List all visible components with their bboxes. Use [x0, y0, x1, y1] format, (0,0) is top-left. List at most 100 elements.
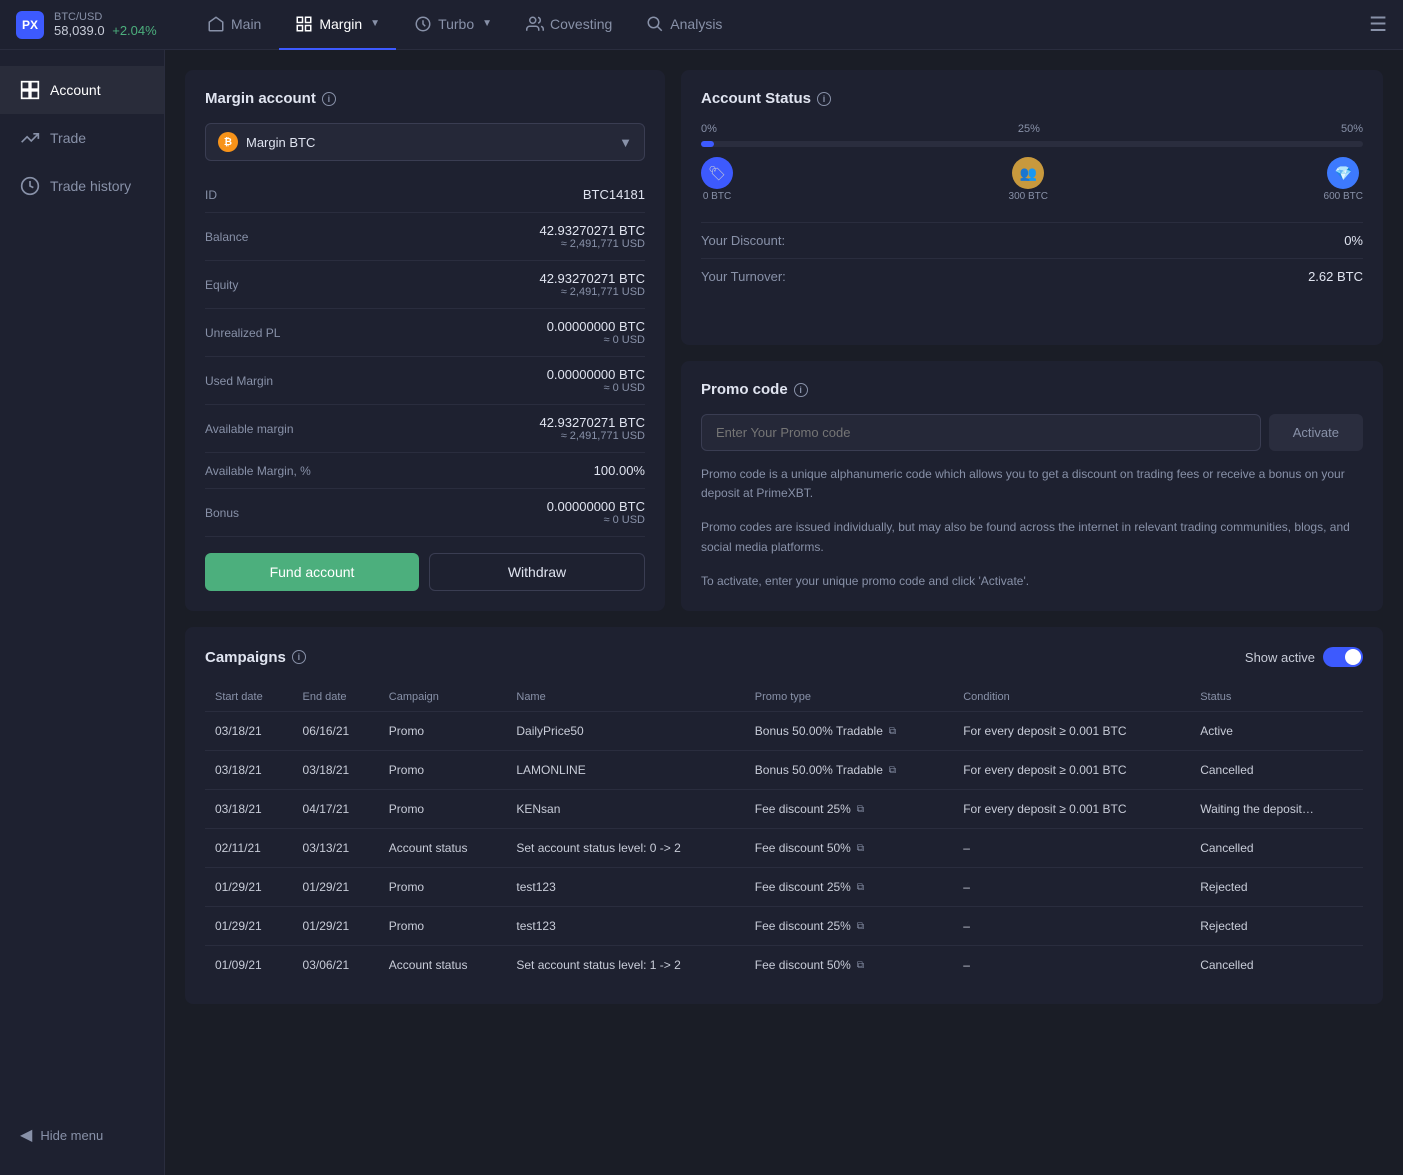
campaigns-card: Campaigns i Show active Start date End d…: [185, 627, 1383, 1004]
chevron-down-icon: ▼: [619, 135, 632, 150]
cell-start-date: 03/18/21: [205, 712, 293, 751]
cell-promo-type: Bonus 50.00% Tradable ⧉: [745, 712, 953, 751]
field-available-margin-pct: Available Margin, % 100.00%: [205, 453, 645, 489]
btc-pair: BTC/USD: [54, 11, 157, 23]
your-turnover-row: Your Turnover: 2.62 BTC: [701, 258, 1363, 294]
field-equity: Equity 42.93270271 BTC ≈ 2,491,771 USD: [205, 261, 645, 309]
sidebar: Account Trade Trade history ◀ Hide menu: [0, 50, 165, 1175]
cell-name: test123: [506, 907, 744, 946]
cell-campaign: Promo: [379, 868, 507, 907]
margin-btc-selector[interactable]: ₿ Margin BTC ▼: [205, 123, 645, 161]
promo-code-info-icon[interactable]: i: [794, 383, 808, 397]
progress-section: 0% 25% 50% 🏷 0 BTC: [701, 123, 1363, 202]
cell-status: Active: [1190, 712, 1363, 751]
margin-account-info-icon[interactable]: i: [322, 92, 336, 106]
nav-items: Main Margin ▼ Turbo ▼ Covesting Analysis: [181, 0, 1369, 50]
external-link-icon[interactable]: ⧉: [857, 804, 864, 815]
top-nav: PX BTC/USD 58,039.0 +2.04% Main Margin ▼…: [0, 0, 1403, 50]
col-status: Status: [1190, 683, 1363, 712]
show-active-toggle[interactable]: [1323, 647, 1363, 667]
cell-condition: For every deposit ≥ 0.001 BTC: [953, 751, 1190, 790]
table-row: 02/11/21 03/13/21 Account status Set acc…: [205, 829, 1363, 868]
nav-item-main[interactable]: Main: [191, 0, 277, 50]
field-unrealized-pl: Unrealized PL 0.00000000 BTC ≈ 0 USD: [205, 309, 645, 357]
field-balance: Balance 42.93270271 BTC ≈ 2,491,771 USD: [205, 213, 645, 261]
nav-item-covesting[interactable]: Covesting: [510, 0, 628, 50]
cell-end-date: 03/13/21: [293, 829, 379, 868]
sidebar-item-account[interactable]: Account: [0, 66, 164, 114]
toggle-dot: [1345, 649, 1361, 665]
table-row: 03/18/21 04/17/21 Promo KENsan Fee disco…: [205, 790, 1363, 829]
progress-icons: 🏷 0 BTC 👥 300 BTC 💎 600 BTC: [701, 157, 1363, 202]
margin-account-title: Margin account i: [205, 90, 645, 107]
external-link-icon[interactable]: ⧉: [889, 765, 896, 776]
btc-info: BTC/USD 58,039.0 +2.04%: [54, 11, 157, 38]
activate-button[interactable]: Activate: [1269, 414, 1363, 451]
account-status-card: Account Status i 0% 25% 50%: [681, 70, 1383, 345]
tier-2: 💎 600 BTC: [1324, 157, 1363, 202]
cell-name: DailyPrice50: [506, 712, 744, 751]
cell-end-date: 04/17/21: [293, 790, 379, 829]
campaigns-table: Start date End date Campaign Name Promo …: [205, 683, 1363, 984]
sidebar-item-trade[interactable]: Trade: [0, 114, 164, 162]
cell-end-date: 03/18/21: [293, 751, 379, 790]
promo-code-input[interactable]: [701, 414, 1261, 451]
show-active-row: Show active: [1245, 647, 1363, 667]
action-buttons: Fund account Withdraw: [205, 553, 645, 591]
table-row: 01/09/21 03/06/21 Account status Set acc…: [205, 946, 1363, 985]
cell-promo-type: Fee discount 50% ⧉: [745, 946, 953, 985]
cell-end-date: 06/16/21: [293, 712, 379, 751]
promo-description-1: Promo code is a unique alphanumeric code…: [701, 465, 1363, 503]
account-status-title: Account Status i: [701, 90, 1363, 107]
campaigns-header-row: Start date End date Campaign Name Promo …: [205, 683, 1363, 712]
btc-price: 58,039.0 +2.04%: [54, 23, 157, 38]
logo-icon: PX: [16, 11, 44, 39]
progress-bar-track: [701, 141, 1363, 147]
cell-status: Rejected: [1190, 907, 1363, 946]
cell-promo-type: Fee discount 25% ⧉: [745, 790, 953, 829]
top-row: Margin account i ₿ Margin BTC ▼ ID BTC14…: [185, 70, 1383, 611]
external-link-icon[interactable]: ⧉: [857, 882, 864, 893]
logo-area: PX BTC/USD 58,039.0 +2.04%: [16, 11, 181, 39]
campaigns-info-icon[interactable]: i: [292, 650, 306, 664]
cell-start-date: 01/09/21: [205, 946, 293, 985]
col-end-date: End date: [293, 683, 379, 712]
campaigns-thead: Start date End date Campaign Name Promo …: [205, 683, 1363, 712]
btc-coin-icon: ₿: [218, 132, 238, 152]
table-row: 03/18/21 06/16/21 Promo DailyPrice50 Bon…: [205, 712, 1363, 751]
promo-input-row: Activate: [701, 414, 1363, 451]
field-bonus: Bonus 0.00000000 BTC ≈ 0 USD: [205, 489, 645, 537]
cell-campaign: Promo: [379, 907, 507, 946]
cell-condition: For every deposit ≥ 0.001 BTC: [953, 790, 1190, 829]
sidebar-item-trade-history[interactable]: Trade history: [0, 162, 164, 210]
hide-menu-button[interactable]: ◀ Hide menu: [0, 1111, 164, 1159]
nav-item-analysis[interactable]: Analysis: [630, 0, 738, 50]
nav-item-margin[interactable]: Margin ▼: [279, 0, 396, 50]
external-link-icon[interactable]: ⧉: [857, 960, 864, 971]
progress-labels: 0% 25% 50%: [701, 123, 1363, 135]
external-link-icon[interactable]: ⧉: [889, 726, 896, 737]
cell-campaign: Promo: [379, 712, 507, 751]
cell-status: Rejected: [1190, 868, 1363, 907]
cell-start-date: 03/18/21: [205, 790, 293, 829]
cell-status: Cancelled: [1190, 751, 1363, 790]
col-condition: Condition: [953, 683, 1190, 712]
withdraw-button[interactable]: Withdraw: [429, 553, 645, 591]
hamburger-icon[interactable]: ☰: [1369, 12, 1387, 37]
cell-name: KENsan: [506, 790, 744, 829]
cell-status: Waiting the deposit…: [1190, 790, 1363, 829]
external-link-icon[interactable]: ⧉: [857, 921, 864, 932]
fund-account-button[interactable]: Fund account: [205, 553, 419, 591]
cell-campaign: Account status: [379, 946, 507, 985]
sidebar-items: Account Trade Trade history: [0, 66, 164, 210]
account-status-info-icon[interactable]: i: [817, 92, 831, 106]
margin-account-card: Margin account i ₿ Margin BTC ▼ ID BTC14…: [185, 70, 665, 611]
cell-start-date: 03/18/21: [205, 751, 293, 790]
cell-condition: –: [953, 907, 1190, 946]
field-available-margin: Available margin 42.93270271 BTC ≈ 2,491…: [205, 405, 645, 453]
cell-campaign: Promo: [379, 751, 507, 790]
external-link-icon[interactable]: ⧉: [857, 843, 864, 854]
nav-item-turbo[interactable]: Turbo ▼: [398, 0, 508, 50]
cell-name: Set account status level: 1 -> 2: [506, 946, 744, 985]
your-discount-row: Your Discount: 0%: [701, 222, 1363, 258]
